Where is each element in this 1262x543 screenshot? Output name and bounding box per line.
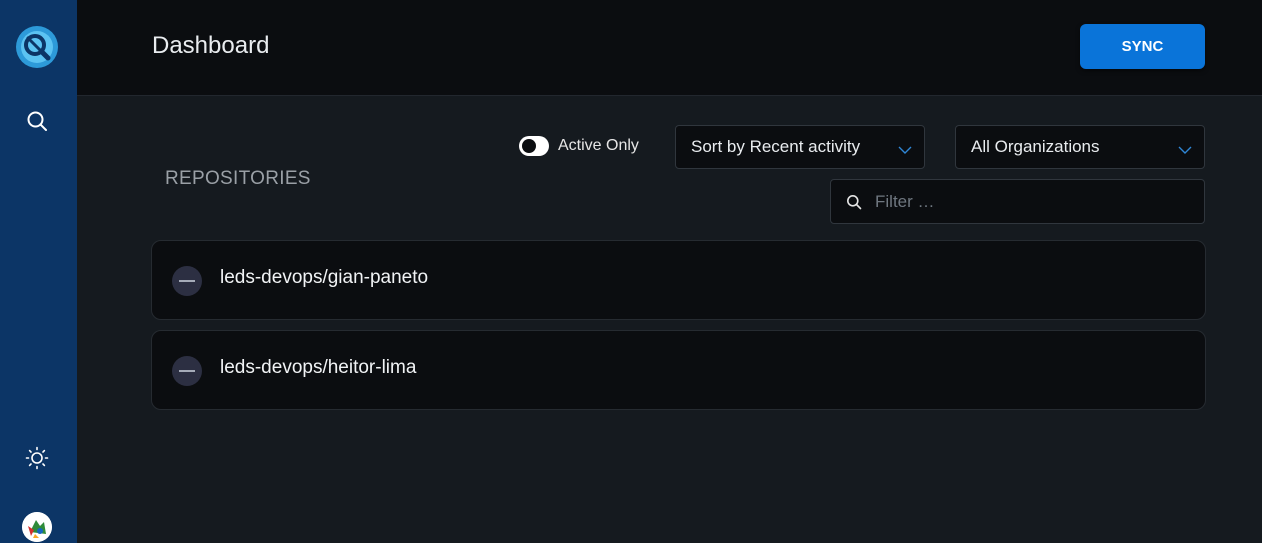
organization-select[interactable]: All Organizations — [955, 125, 1205, 169]
active-only-label: Active Only — [558, 137, 639, 154]
sidebar — [0, 0, 77, 543]
repository-card[interactable]: leds-devops/gian-paneto — [151, 240, 1206, 320]
repository-card[interactable]: leds-devops/heitor-lima — [151, 330, 1206, 410]
sync-button[interactable]: SYNC — [1080, 24, 1205, 69]
page-title: Dashboard — [152, 32, 270, 59]
repo-status-icon — [172, 266, 202, 296]
sun-icon[interactable] — [24, 445, 50, 471]
top-bar: Dashboard SYNC — [77, 0, 1262, 96]
logo-icon[interactable] — [16, 26, 58, 68]
avatar[interactable] — [22, 512, 52, 542]
search-icon — [847, 195, 862, 210]
repo-status-icon — [172, 356, 202, 386]
active-only-toggle-group: Active Only — [519, 135, 639, 157]
toggle-knob — [522, 139, 536, 153]
repository-name: leds-devops/gian-paneto — [220, 267, 429, 288]
filter-field — [830, 179, 1205, 224]
active-only-toggle[interactable] — [519, 136, 549, 156]
organization-select-value: All Organizations — [971, 137, 1100, 156]
chevron-down-icon — [1178, 146, 1192, 154]
sort-select[interactable]: Sort by Recent activity — [675, 125, 925, 169]
repositories-heading: REPOSITORIES — [165, 168, 311, 189]
sort-select-value: Sort by Recent activity — [691, 137, 861, 156]
chevron-down-icon — [898, 146, 912, 154]
repository-name: leds-devops/heitor-lima — [220, 357, 417, 378]
search-icon[interactable] — [24, 108, 50, 134]
filter-input[interactable] — [873, 180, 1193, 223]
